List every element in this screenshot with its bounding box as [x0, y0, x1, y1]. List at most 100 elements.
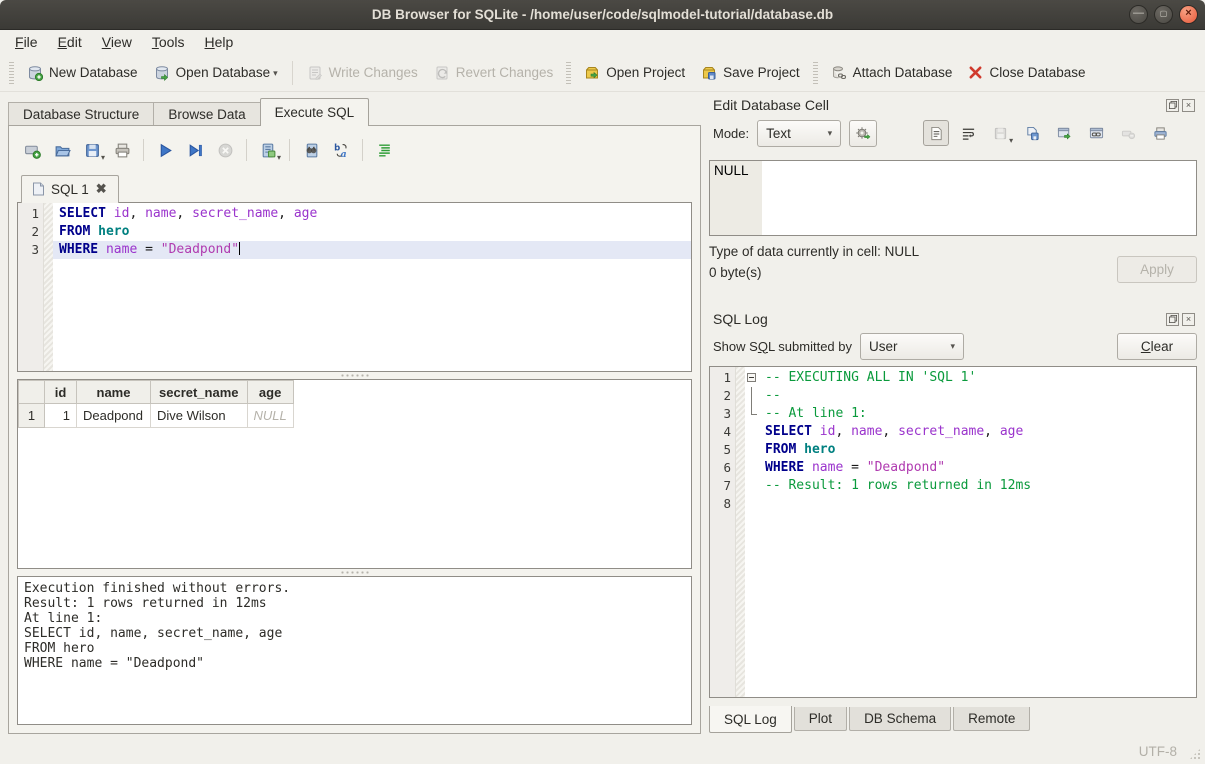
results-message-splitter[interactable]: [17, 569, 692, 576]
open-sql-file-button[interactable]: [49, 137, 75, 163]
new-database-label: New Database: [49, 65, 138, 80]
toolbar-grip[interactable]: [9, 62, 14, 84]
print-sql-button[interactable]: [109, 137, 135, 163]
mode-label: Mode:: [713, 126, 749, 141]
tab-browse-data[interactable]: Browse Data: [153, 102, 260, 126]
export-cell-data-button[interactable]: [1019, 120, 1045, 146]
export-results-button[interactable]: ▾: [255, 137, 281, 163]
bottom-tab-bar: SQL LogPlotDB SchemaRemote: [709, 707, 1197, 734]
format-sql-button[interactable]: [371, 137, 397, 163]
text-mode-button[interactable]: [923, 120, 949, 146]
execute-all-button[interactable]: [152, 137, 178, 163]
set-null-button[interactable]: [1115, 120, 1141, 146]
edit-cell-mode-row: Mode: Text ▾ ▾: [709, 116, 1197, 150]
menu-file[interactable]: File: [6, 31, 47, 53]
toolbar-grip[interactable]: [813, 62, 818, 84]
sql-log-fold-margin: [736, 367, 745, 697]
save-sql-file-button[interactable]: ▾: [79, 137, 105, 163]
cell-size-info: 0 byte(s): [709, 265, 1117, 280]
fold-marker: [745, 477, 759, 495]
sql-log-editor[interactable]: 12345678 -- EXECUTING ALL IN 'SQL 1'----…: [709, 366, 1197, 698]
results-column-header[interactable]: name: [77, 381, 151, 404]
edit-cell-float-icon[interactable]: [1166, 99, 1179, 112]
titlebar[interactable]: DB Browser for SQLite - /home/user/code/…: [0, 0, 1205, 30]
open-database-dropdown-arrow[interactable]: ▾: [273, 68, 278, 81]
bottom-tab-remote[interactable]: Remote: [953, 707, 1030, 731]
close-button[interactable]: ×: [1179, 5, 1198, 24]
execution-message-panel[interactable]: Execution finished without errors.Result…: [17, 576, 692, 725]
cell-editor[interactable]: NULL: [709, 160, 1197, 236]
new-database-button[interactable]: New Database: [19, 60, 146, 86]
results-column-header[interactable]: id: [45, 381, 77, 404]
minimize-button[interactable]: —: [1129, 5, 1148, 24]
close-database-button[interactable]: Close Database: [960, 60, 1093, 85]
sql-editor[interactable]: 123 SELECT id, name, secret_name, ageFRO…: [17, 202, 692, 372]
encoding-indicator[interactable]: UTF-8: [1139, 744, 1177, 759]
attach-database-button[interactable]: Attach Database: [823, 60, 961, 86]
fold-marker: [745, 423, 759, 441]
sql-log-close-icon[interactable]: ×: [1182, 313, 1195, 326]
maximize-button[interactable]: ▢: [1154, 5, 1173, 24]
open-in-external-app-button[interactable]: [1051, 120, 1077, 146]
code-line: -- EXECUTING ALL IN 'SQL 1': [759, 369, 1196, 387]
bottom-tab-plot[interactable]: Plot: [794, 707, 847, 731]
clear-log-button[interactable]: Clear: [1117, 333, 1197, 360]
open-database-button[interactable]: Open Database ▾: [146, 60, 286, 86]
menu-edit[interactable]: Edit: [49, 31, 91, 53]
bottom-tab-db-schema[interactable]: DB Schema: [849, 707, 951, 731]
export-results-dropdown-arrow[interactable]: ▾: [277, 153, 281, 162]
sql-log-float-icon[interactable]: [1166, 313, 1179, 326]
results-cell[interactable]: Dive Wilson: [151, 404, 248, 428]
bottom-tab-sql-log[interactable]: SQL Log: [709, 706, 792, 733]
mode-select[interactable]: Text ▾: [757, 120, 841, 147]
new-sql-tab-button[interactable]: [19, 137, 45, 163]
sql-log-title: SQL Log: [713, 311, 768, 327]
menu-view[interactable]: View: [93, 31, 141, 53]
import-cell-data-button[interactable]: ▾: [987, 120, 1013, 146]
fold-marker[interactable]: [745, 369, 759, 387]
save-project-button[interactable]: Save Project: [693, 60, 808, 86]
sql-editor-code[interactable]: SELECT id, name, secret_name, ageFROM he…: [53, 203, 691, 371]
sql-tab-close-icon[interactable]: ✖: [95, 181, 108, 197]
find-button[interactable]: [298, 137, 324, 163]
save-project-icon: [701, 65, 717, 81]
write-changes-icon: [307, 65, 323, 81]
open-project-icon: [584, 65, 600, 81]
open-project-button[interactable]: Open Project: [576, 60, 693, 86]
menu-help[interactable]: Help: [196, 31, 243, 53]
results-cell[interactable]: Deadpond: [77, 404, 151, 428]
find-replace-button[interactable]: ba: [328, 137, 354, 163]
results-cell[interactable]: 1: [45, 404, 77, 428]
edit-cell-close-icon[interactable]: ×: [1182, 99, 1195, 112]
row-header[interactable]: 1: [19, 404, 45, 428]
revert-changes-button[interactable]: Revert Changes: [426, 60, 562, 86]
sql-document-tab[interactable]: SQL 1 ✖: [21, 175, 119, 203]
text-cursor: [239, 242, 240, 255]
execute-line-button[interactable]: [182, 137, 208, 163]
auto-apply-button[interactable]: [849, 120, 877, 147]
results-grid[interactable]: idnamesecret_nameage 11DeadpondDive Wils…: [17, 379, 692, 569]
print-cell-button[interactable]: [1147, 120, 1173, 146]
log-source-selected-value: User: [869, 339, 898, 354]
resize-grip[interactable]: [1189, 748, 1201, 760]
toolbar-grip[interactable]: [566, 62, 571, 84]
results-cell[interactable]: NULL: [247, 404, 293, 428]
left-pane: Database StructureBrowse DataExecute SQL…: [0, 92, 703, 738]
results-column-header[interactable]: age: [247, 381, 293, 404]
log-source-select[interactable]: User ▾: [860, 333, 964, 360]
apply-button[interactable]: Apply: [1117, 256, 1197, 283]
save-sql-dropdown-arrow[interactable]: ▾: [101, 153, 105, 162]
tab-database-structure[interactable]: Database Structure: [8, 102, 154, 126]
collapse-icon[interactable]: [747, 373, 756, 382]
write-changes-button[interactable]: Write Changes: [299, 60, 426, 86]
stop-execution-button[interactable]: [212, 137, 238, 163]
menu-tools[interactable]: Tools: [143, 31, 194, 53]
editor-results-splitter[interactable]: [17, 372, 692, 379]
line-number: 1: [714, 369, 731, 387]
word-wrap-button[interactable]: [955, 120, 981, 146]
results-column-header[interactable]: secret_name: [151, 381, 248, 404]
copy-link-button[interactable]: [1083, 120, 1109, 146]
tab-execute-sql[interactable]: Execute SQL: [260, 98, 370, 126]
sql-log-fold-column[interactable]: [745, 367, 759, 697]
code-line: WHERE name = "Deadpond": [53, 241, 691, 259]
